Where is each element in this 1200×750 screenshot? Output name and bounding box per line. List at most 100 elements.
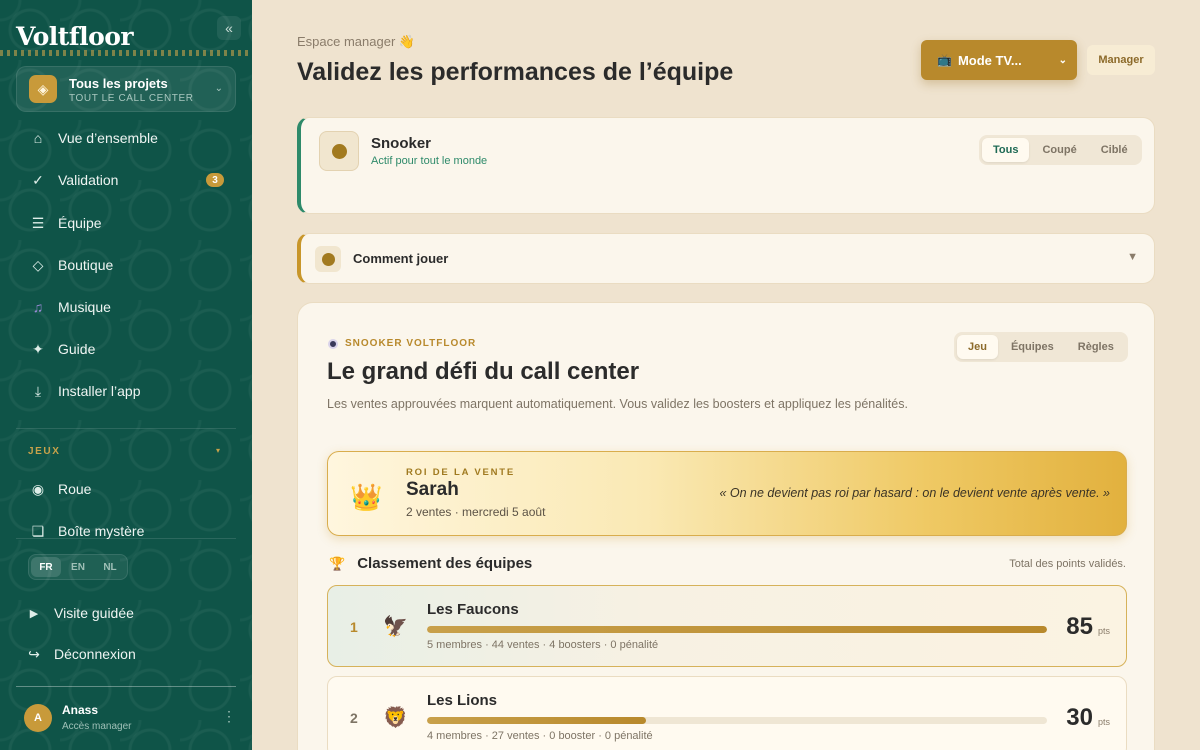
sidebar-item-mystery-box[interactable]: ❏ Boîte mystère: [18, 514, 236, 548]
chevron-down-icon: ▼: [1127, 251, 1138, 263]
sidebar-item-label: Guide: [58, 341, 96, 357]
ranking-title: Classement des équipes: [357, 555, 533, 572]
validation-count-badge: 3: [206, 173, 224, 187]
sidebar-item-team[interactable]: ☰ Équipe: [18, 206, 236, 240]
king-label: ROI DE LA VENTE: [406, 467, 515, 478]
check-icon: ✓: [32, 171, 44, 188]
chevron-down-icon[interactable]: ▾: [216, 446, 220, 455]
lion-icon: 🦁: [383, 707, 408, 729]
team-points: 85 pts: [1066, 613, 1110, 641]
howto-icon: [315, 246, 341, 272]
game-status: Actif pour tout le monde: [371, 155, 488, 167]
tv-mode-button[interactable]: 📺 Mode TV... ⌄: [921, 40, 1077, 80]
sidebar-item-overview[interactable]: ⌂ Vue d’ensemble: [18, 121, 236, 155]
filter-cut[interactable]: Coupé: [1031, 138, 1087, 162]
howto-title: Comment jouer: [353, 251, 449, 266]
language-option-nl[interactable]: NL: [95, 557, 125, 577]
user-divider: [16, 686, 236, 687]
logout-icon: ↪: [28, 645, 40, 662]
chevron-down-icon: ⌄: [214, 83, 223, 94]
chevron-down-icon: ⌄: [1058, 54, 1067, 66]
how-to-play-accordion[interactable]: Comment jouer ▼: [297, 233, 1155, 284]
team-rank: 1: [350, 619, 358, 635]
project-title: Tous les projets: [69, 76, 168, 91]
language-option-en[interactable]: EN: [63, 557, 93, 577]
sidebar-item-label: Équipe: [58, 215, 102, 231]
sidebar-item-shop[interactable]: ◇ Boutique: [18, 248, 236, 282]
tab-game[interactable]: Jeu: [957, 335, 998, 359]
project-selector[interactable]: ◈ Tous les projets TOUT LE CALL CENTER ⌄: [16, 66, 236, 112]
team-row[interactable]: 1 🦅 Les Faucons 5 membres · 44 ventes · …: [327, 585, 1127, 667]
king-quote: « On ne devient pas roi par hasard : on …: [719, 486, 1110, 500]
team-points-value: 30: [1066, 704, 1093, 731]
box-icon: ❏: [31, 522, 45, 539]
sidebar-item-guided-tour[interactable]: ▶ Visite guidée: [14, 596, 232, 630]
avatar[interactable]: A: [24, 704, 52, 732]
team-progress-bar: [427, 626, 1047, 633]
game-main-card: SNOOKER VOLTFLOOR Jeu Équipes Règles Le …: [297, 302, 1155, 750]
project-icon: ◈: [29, 75, 57, 103]
sales-king-banner: 👑 ROI DE LA VENTE Sarah 2 ventes · mercr…: [327, 451, 1127, 536]
brand-logo[interactable]: Voltfloor: [16, 22, 134, 51]
language-switcher: FR EN NL: [28, 554, 128, 580]
sidebar-item-label: Déconnexion: [54, 646, 136, 662]
sidebar-item-label: Visite guidée: [54, 605, 134, 621]
more-vertical-icon[interactable]: ⋮: [222, 708, 236, 725]
audience-filter: Tous Coupé Ciblé: [979, 135, 1142, 165]
game-title: Snooker: [371, 135, 432, 152]
sidebar-item-label: Validation: [58, 172, 119, 188]
sidebar-divider: [16, 538, 236, 539]
page-eyebrow: Espace manager 👋: [297, 34, 416, 49]
filter-all[interactable]: Tous: [982, 138, 1030, 162]
list-icon: ☰: [31, 214, 45, 231]
brand-divider: [0, 50, 252, 56]
team-stats: 4 membres · 27 ventes · 0 booster · 0 pé…: [427, 730, 653, 742]
page-title: Validez les performances de l’équipe: [297, 58, 734, 86]
games-section-title[interactable]: JEUX: [28, 446, 61, 457]
collapse-sidebar-button[interactable]: «: [217, 16, 241, 40]
double-chevron-left-icon: «: [225, 20, 233, 36]
trophy-icon: 🏆: [329, 555, 346, 571]
download-icon: ⤓: [34, 382, 42, 399]
game-heading: Le grand défi du call center: [327, 358, 640, 385]
ranking-note: Total des points validés.: [1009, 558, 1126, 570]
team-progress-fill: [427, 626, 1047, 633]
music-icon: ♫: [32, 299, 44, 315]
language-option-fr[interactable]: FR: [31, 557, 61, 577]
team-row[interactable]: 2 🦁 Les Lions 4 membres · 27 ventes · 0 …: [327, 676, 1127, 750]
king-name: Sarah: [406, 479, 459, 500]
tv-icon: 📺: [937, 53, 952, 67]
game-tabs: Jeu Équipes Règles: [954, 332, 1128, 362]
sidebar-item-label: Vue d’ensemble: [58, 130, 158, 146]
sidebar-item-guide[interactable]: ✦ Guide: [18, 332, 236, 366]
team-progress-fill: [427, 717, 646, 724]
team-name: Les Faucons: [427, 601, 519, 618]
sidebar-item-music[interactable]: ♫ Musique: [18, 290, 236, 324]
sidebar-item-label: Roue: [58, 481, 92, 497]
tab-rules[interactable]: Règles: [1067, 335, 1125, 359]
sidebar-item-label: Installer l’app: [58, 383, 141, 399]
tab-teams[interactable]: Équipes: [1000, 335, 1065, 359]
sidebar: Voltfloor « ◈ Tous les projets TOUT LE C…: [0, 0, 252, 750]
sidebar-item-logout[interactable]: ↪ Déconnexion: [14, 637, 232, 671]
wheel-icon: ◉: [31, 480, 45, 497]
role-badge: Manager: [1087, 45, 1155, 75]
sidebar-item-label: Musique: [58, 299, 111, 315]
filter-targeted[interactable]: Ciblé: [1090, 138, 1139, 162]
ranking-heading: 🏆 Classement des équipes: [329, 555, 532, 572]
crown-icon: 👑: [350, 482, 383, 512]
sidebar-item-install-app[interactable]: ⤓ Installer l’app: [18, 374, 236, 408]
king-meta: 2 ventes · mercredi 5 août: [406, 505, 546, 519]
tv-mode-label: Mode TV...: [957, 52, 1022, 68]
snooker-ball-icon: [328, 338, 338, 349]
project-subtitle: TOUT LE CALL CENTER: [69, 93, 194, 104]
team-points-unit: pts: [1097, 626, 1110, 636]
game-description: Les ventes approuvées marquent automatiq…: [327, 397, 908, 411]
user-name: Anass: [62, 703, 99, 717]
team-points-value: 85: [1066, 613, 1093, 640]
sidebar-item-validation[interactable]: ✓ Validation 3: [18, 163, 236, 197]
game-eyebrow: SNOOKER VOLTFLOOR: [328, 338, 476, 349]
game-icon: [319, 131, 359, 171]
sidebar-item-wheel[interactable]: ◉ Roue: [18, 472, 236, 506]
user-role: Accès manager: [62, 721, 132, 732]
